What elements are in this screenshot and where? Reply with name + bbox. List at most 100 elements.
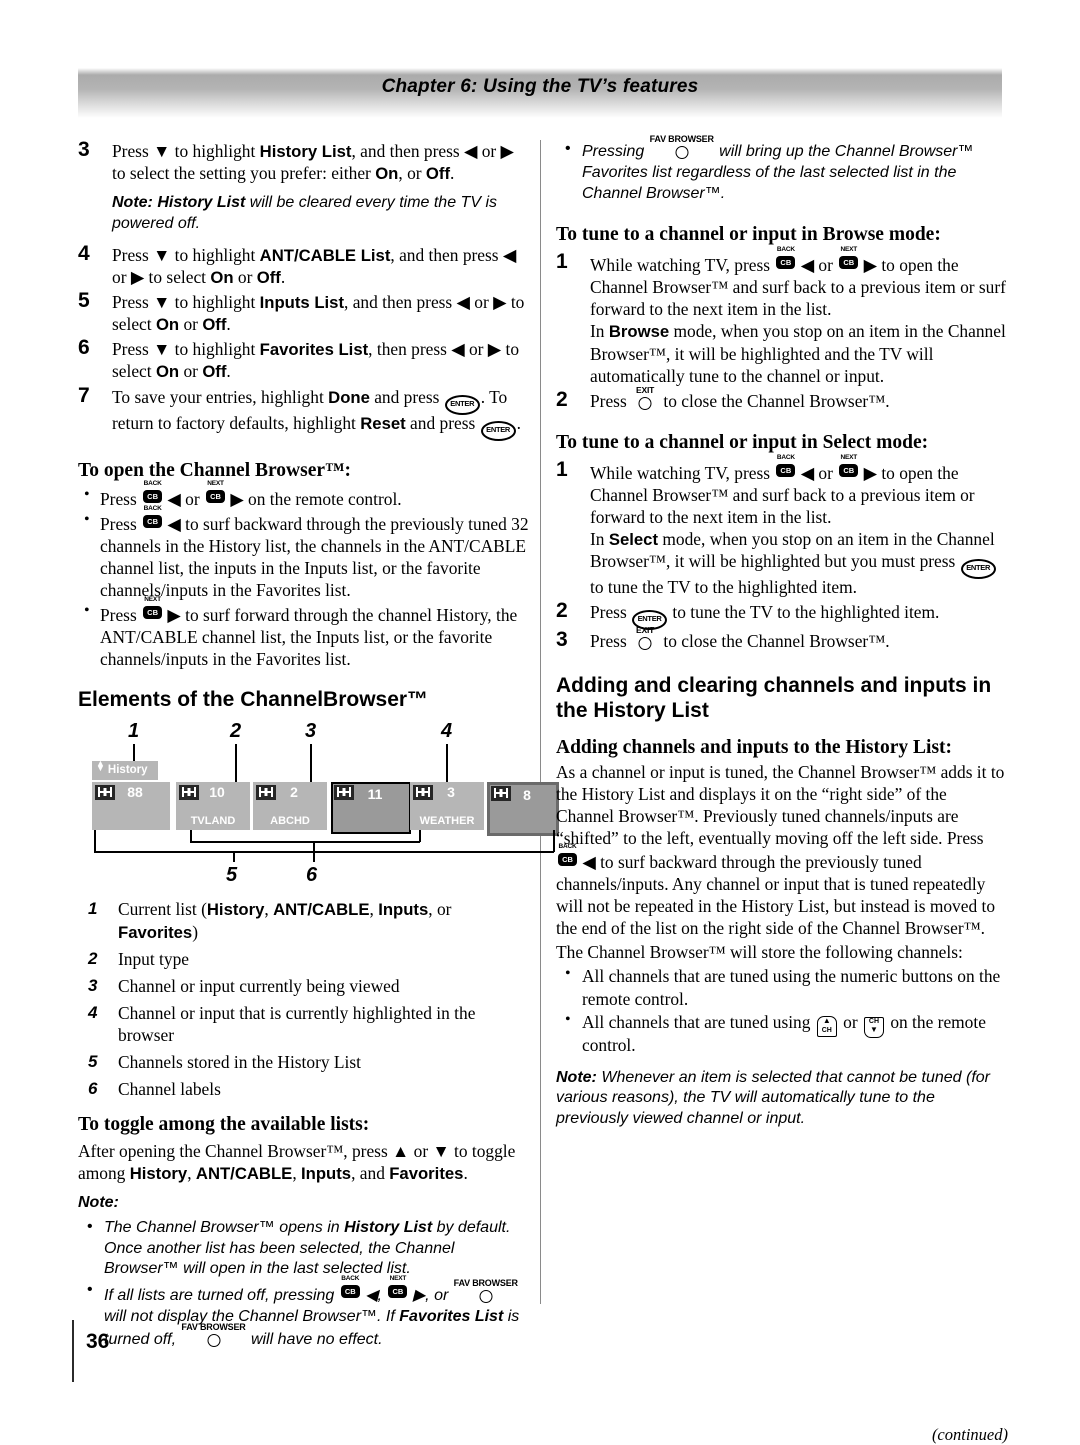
step-text-part: and press [405, 412, 480, 433]
channel-up-key-icon: ▲ CH [816, 1015, 837, 1037]
step-number: 5 [78, 289, 90, 313]
figure-cell-label: WEATHER [419, 815, 475, 828]
legend-bold-term: History [206, 900, 265, 920]
note-text-part: will have no effect. [246, 1330, 383, 1348]
toggle-text-part: , [187, 1162, 196, 1183]
back-key-icon: BACK CB [340, 1275, 360, 1299]
legend-text: Channel or input that is currently highl… [118, 1002, 476, 1045]
bullet-text-part: Press [100, 604, 142, 625]
figure-callout-6: 6 [306, 864, 318, 887]
note-text: Whenever an item is selected that cannot… [556, 1068, 990, 1128]
step-text-part: and press [369, 386, 444, 407]
bracket-6-right [419, 830, 421, 843]
figure-legend-item-1: 1 Current list (History, ANT/CABLE, Input… [78, 898, 530, 942]
step-bold-term: Reset [360, 413, 406, 433]
figure-cell-channel: 8 [523, 787, 531, 804]
bullet-text-part: ◀ to surf backward through the previousl… [100, 513, 529, 600]
step-bold-term: Browse [608, 322, 670, 342]
channelbrowser-figure: 1 2 3 4 5 6 ▲ ▼ History 88 10 TVLAND 2 A… [78, 720, 559, 892]
enter-key-icon: ENTER [960, 558, 996, 579]
step-text-part: In [590, 321, 609, 342]
bracket-5-right [553, 830, 555, 853]
figure-cell-3: 3 WEATHER [410, 782, 484, 831]
page-number: 36 [86, 1330, 110, 1353]
step-bold-term: Off [256, 267, 281, 287]
step-number: 3 [78, 138, 90, 161]
figure-cell-channel: 88 [127, 784, 143, 801]
step-bold-term: History List [259, 142, 352, 161]
step-bold-term: On [375, 164, 399, 184]
heading-adding-clearing: Adding and clearing channels and inputs … [556, 673, 992, 722]
adding-paragraph-1: As a channel or input is tuned, the Chan… [556, 761, 1008, 939]
step-text-part: to close the Channel Browser™. [659, 390, 890, 411]
bullet-text-part: All channels that are tuned using [582, 1011, 815, 1032]
next-key-icon: NEXT CB [205, 479, 225, 503]
bracket-5-base [94, 851, 554, 854]
step-text-part: or [233, 266, 257, 287]
figure-cell-2: 2 ABCHD [253, 782, 327, 831]
browse-step-2: 2 Press EXIT to close the Channel Browse… [556, 385, 1008, 412]
step-text: Press ▼ to highlight History List, and t… [112, 140, 530, 184]
back-key-icon: BACK CB [558, 843, 577, 867]
enter-key-icon: ENTER [480, 420, 516, 441]
note-label: Note: [556, 1068, 597, 1086]
figure-cell-channel: 11 [367, 786, 383, 803]
step-text: Press ▼ to highlight ANT/CABLE List, and… [112, 244, 530, 288]
step-text: To save your entries, highlight Done and… [112, 386, 530, 441]
step-bold-term: On [210, 267, 234, 287]
next-key-icon: NEXT CB [839, 246, 859, 270]
legend-number: 6 [88, 1078, 98, 1098]
toggle-text-part: , and [351, 1162, 390, 1183]
step-bold-term: On [155, 315, 180, 335]
step-number: 1 [556, 457, 568, 481]
bracket-6-base [190, 841, 420, 844]
step-bold-term: Off [202, 315, 227, 335]
figure-cell-channel: 10 [209, 784, 225, 801]
step-text-part: or [179, 361, 203, 382]
legend-number: 2 [88, 948, 98, 968]
step-bold-term: ANT/CABLE List [259, 245, 391, 265]
legend-text-part: Current list ( [118, 899, 207, 920]
step-number: 4 [78, 241, 90, 265]
step-number: 3 [556, 627, 568, 651]
step-text-part: to close the Channel Browser™. [659, 630, 890, 651]
step-bold-term: Done [328, 387, 370, 407]
step-text: Press EXIT to close the Channel Browser™… [590, 385, 1008, 412]
figure-legend-list: 1 Current list (History, ANT/CABLE, Input… [78, 898, 530, 1099]
note-text-part: If all lists are turned off, pressing [104, 1287, 339, 1305]
note-text-part: ◀, [360, 1287, 387, 1305]
figure-legend-item-6: 6 Channel labels [78, 1078, 530, 1100]
legend-number: 1 [88, 899, 98, 919]
toggle-text-part: , [292, 1162, 302, 1183]
bullet-text-part: ◀ or [163, 488, 204, 509]
enter-key-icon: ENTER [444, 394, 480, 415]
step-text-part: . [226, 314, 231, 335]
toggle-bold-term: Favorites [389, 1163, 464, 1183]
bullet-text-part: Press [100, 513, 142, 534]
note-text-part: Pressing [582, 143, 649, 160]
legend-text: Channel or input currently being viewed [118, 975, 400, 996]
heading-select-mode: To tune to a channel or input in Select … [556, 431, 929, 453]
step-text-part: Press ▼ to highlight [112, 244, 260, 265]
heading-open-channel-browser: To open the Channel Browser™: [78, 459, 352, 481]
bullet-surf-backward: Press BACKCB ◀ to surf backward through … [78, 505, 530, 601]
step-text-part: . [450, 163, 455, 184]
legend-bold-term: Inputs [378, 900, 429, 920]
step-bold-term: Off [202, 362, 227, 382]
step-text-part: Press ▼ to highlight [112, 292, 260, 313]
legend-number: 4 [88, 1002, 98, 1022]
legend-text-part: ) [192, 921, 198, 942]
legend-text-part: , [264, 899, 274, 920]
back-key-icon: BACK CB [776, 453, 796, 477]
step-number: 7 [78, 383, 90, 407]
figure-callout-3: 3 [305, 720, 317, 743]
select-step-3: 3 Press EXIT to close the Channel Browse… [556, 625, 1008, 652]
note-bullet-all-lists-off: If all lists are turned off, pressing BA… [78, 1275, 530, 1350]
step-text-part: In [590, 528, 609, 549]
step-bold-term: On [155, 362, 180, 382]
note-text-part: will not display the Channel Browser™. I… [104, 1307, 400, 1325]
chapter-header-title: Chapter 6: Using the TV’s features [381, 76, 699, 97]
step-number: 2 [556, 387, 568, 411]
column-divider [540, 140, 541, 1304]
note-text-part: ▶, or [408, 1287, 453, 1305]
